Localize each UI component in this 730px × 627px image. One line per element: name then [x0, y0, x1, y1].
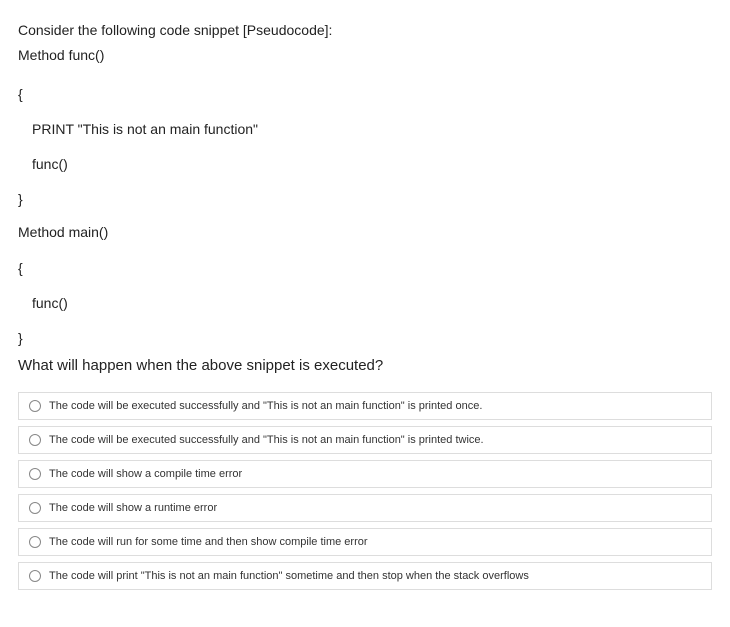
option-label: The code will show a compile time error — [49, 468, 242, 480]
brace-open: { — [18, 84, 712, 105]
brace-open-2: { — [18, 258, 712, 279]
radio-icon — [29, 570, 41, 582]
option-2[interactable]: The code will be executed successfully a… — [18, 426, 712, 454]
options-list: The code will be executed successfully a… — [18, 392, 712, 590]
question-prompt: What will happen when the above snippet … — [18, 357, 712, 374]
question-intro: Consider the following code snippet [Pse… — [18, 20, 712, 66]
intro-line-1: Consider the following code snippet [Pse… — [18, 20, 712, 41]
option-label: The code will be executed successfully a… — [49, 434, 484, 446]
option-label: The code will print "This is not an main… — [49, 570, 529, 582]
option-1[interactable]: The code will be executed successfully a… — [18, 392, 712, 420]
code-block-func: { PRINT "This is not an main function" f… — [18, 84, 712, 210]
option-label: The code will run for some time and then… — [49, 536, 368, 548]
code-block-main: { func() } — [18, 258, 712, 349]
radio-icon — [29, 400, 41, 412]
option-4[interactable]: The code will show a runtime error — [18, 494, 712, 522]
option-label: The code will show a runtime error — [49, 502, 217, 514]
option-3[interactable]: The code will show a compile time error — [18, 460, 712, 488]
brace-close: } — [18, 189, 712, 210]
radio-icon — [29, 434, 41, 446]
radio-icon — [29, 468, 41, 480]
code-func-call-2: func() — [18, 293, 712, 314]
option-6[interactable]: The code will print "This is not an main… — [18, 562, 712, 590]
option-5[interactable]: The code will run for some time and then… — [18, 528, 712, 556]
code-func-call-1: func() — [18, 154, 712, 175]
method-main-line: Method main() — [18, 224, 712, 240]
radio-icon — [29, 502, 41, 514]
intro-line-2: Method func() — [18, 45, 712, 66]
code-print: PRINT "This is not an main function" — [18, 119, 712, 140]
radio-icon — [29, 536, 41, 548]
option-label: The code will be executed successfully a… — [49, 400, 482, 412]
brace-close-2: } — [18, 328, 712, 349]
